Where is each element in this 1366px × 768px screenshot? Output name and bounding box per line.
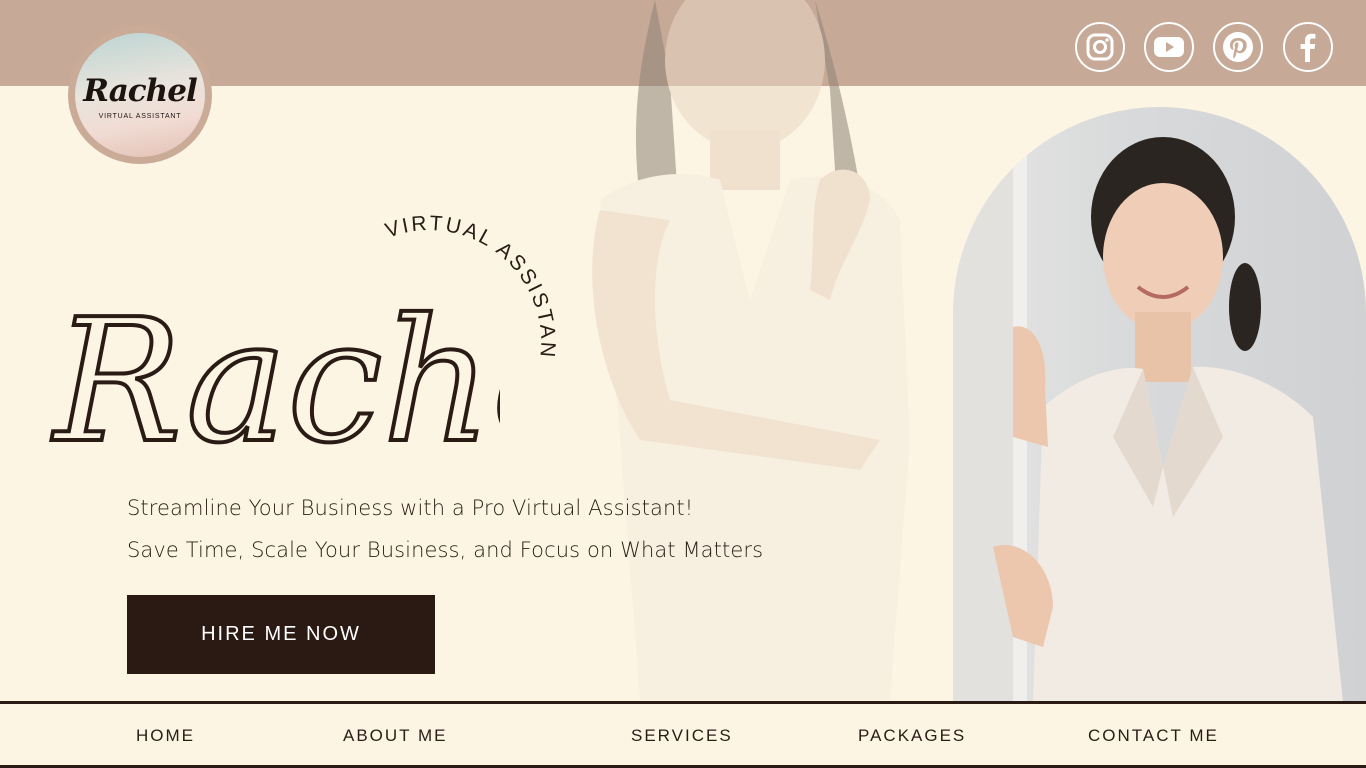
hero-name-script: Rachel	[49, 281, 500, 483]
instagram-icon	[1086, 33, 1114, 61]
facebook-icon	[1300, 33, 1316, 62]
nav-contact-me[interactable]: CONTACT ME	[1088, 726, 1219, 746]
nav-packages[interactable]: PACKAGES	[858, 726, 966, 746]
facebook-link[interactable]	[1283, 22, 1333, 72]
tagline-primary: Streamline Your Business with a Pro Virt…	[127, 496, 694, 520]
youtube-icon	[1154, 37, 1184, 57]
youtube-link[interactable]	[1144, 22, 1194, 72]
main-navigation: HOME ABOUT ME SERVICES PACKAGES CONTACT …	[0, 701, 1366, 768]
portrait-illustration	[953, 107, 1343, 702]
tagline-secondary: Save Time, Scale Your Business, and Focu…	[127, 538, 764, 562]
pinterest-link[interactable]	[1213, 22, 1263, 72]
logo-script-text: Rachel	[83, 73, 197, 109]
nav-home[interactable]: HOME	[136, 726, 195, 746]
background-photo	[592, 0, 910, 701]
nav-services[interactable]: SERVICES	[631, 726, 733, 746]
nav-about-me[interactable]: ABOUT ME	[343, 726, 447, 746]
brand-logo[interactable]: Rachel VIRTUAL ASSISTANT	[68, 26, 212, 164]
hero-name-text: Rachel	[51, 283, 500, 481]
logo-badge: Rachel VIRTUAL ASSISTANT	[75, 33, 205, 157]
hire-me-button[interactable]: HIRE ME NOW	[127, 595, 435, 674]
instagram-link[interactable]	[1075, 22, 1125, 72]
logo-sub-text: VIRTUAL ASSISTANT	[98, 113, 182, 120]
portrait-photo	[953, 107, 1366, 702]
pinterest-icon	[1223, 32, 1253, 62]
